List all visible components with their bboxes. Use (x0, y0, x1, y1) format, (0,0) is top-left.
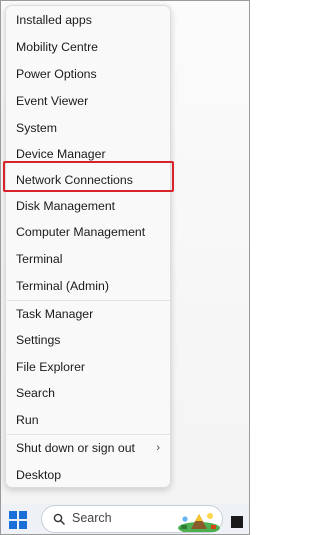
screenshot-frame: Installed apps Mobility Centre Power Opt… (0, 0, 250, 535)
menu-item-system[interactable]: System (16, 117, 166, 139)
chevron-right-icon: › (156, 442, 160, 454)
menu-item-label: Event Viewer (16, 94, 89, 108)
menu-item-settings[interactable]: Settings (16, 329, 166, 351)
menu-item-label: Settings (16, 333, 61, 347)
menu-item-disk-management[interactable]: Disk Management (16, 195, 166, 217)
taskbar-app-icon[interactable] (231, 516, 243, 528)
menu-item-label: System (16, 121, 57, 135)
menu-item-installed-apps[interactable]: Installed apps (16, 9, 166, 31)
windows-logo-icon[interactable] (9, 511, 27, 529)
search-icon (53, 513, 65, 525)
menu-item-task-manager[interactable]: Task Manager (16, 303, 166, 325)
search-placeholder: Search (72, 511, 112, 525)
menu-item-desktop[interactable]: Desktop (16, 464, 166, 486)
menu-item-run[interactable]: Run (16, 409, 166, 431)
menu-item-label: Search (16, 386, 55, 400)
menu-item-terminal-admin[interactable]: Terminal (Admin) (16, 275, 166, 297)
menu-item-file-explorer[interactable]: File Explorer (16, 356, 166, 378)
menu-item-mobility-centre[interactable]: Mobility Centre (16, 36, 166, 58)
menu-separator (7, 434, 170, 435)
menu-separator (7, 300, 170, 301)
menu-item-label: Run (16, 413, 39, 427)
menu-item-label: Terminal (Admin) (16, 279, 109, 293)
menu-item-label: Power Options (16, 67, 97, 81)
search-highlight-illustration-icon (178, 513, 220, 532)
menu-item-label: File Explorer (16, 360, 86, 374)
taskbar: Search (1, 504, 249, 534)
menu-item-label: Task Manager (16, 307, 94, 321)
menu-item-label: Terminal (16, 252, 63, 266)
menu-item-computer-management[interactable]: Computer Management (16, 221, 166, 243)
menu-item-label: Mobility Centre (16, 40, 99, 54)
menu-item-shut-down-or-sign-out[interactable]: Shut down or sign out › (16, 437, 166, 459)
highlight-box (3, 161, 174, 192)
winx-context-menu: Installed apps Mobility Centre Power Opt… (5, 5, 171, 488)
menu-item-label: Installed apps (16, 13, 92, 27)
menu-item-terminal[interactable]: Terminal (16, 248, 166, 270)
menu-item-search[interactable]: Search (16, 382, 166, 404)
menu-item-label: Desktop (16, 468, 62, 482)
menu-item-event-viewer[interactable]: Event Viewer (16, 90, 166, 112)
menu-item-label: Shut down or sign out (16, 441, 135, 455)
taskbar-search-box[interactable]: Search (41, 505, 223, 533)
menu-item-label: Disk Management (16, 199, 116, 213)
menu-item-power-options[interactable]: Power Options (16, 63, 166, 85)
menu-item-label: Computer Management (16, 225, 146, 239)
